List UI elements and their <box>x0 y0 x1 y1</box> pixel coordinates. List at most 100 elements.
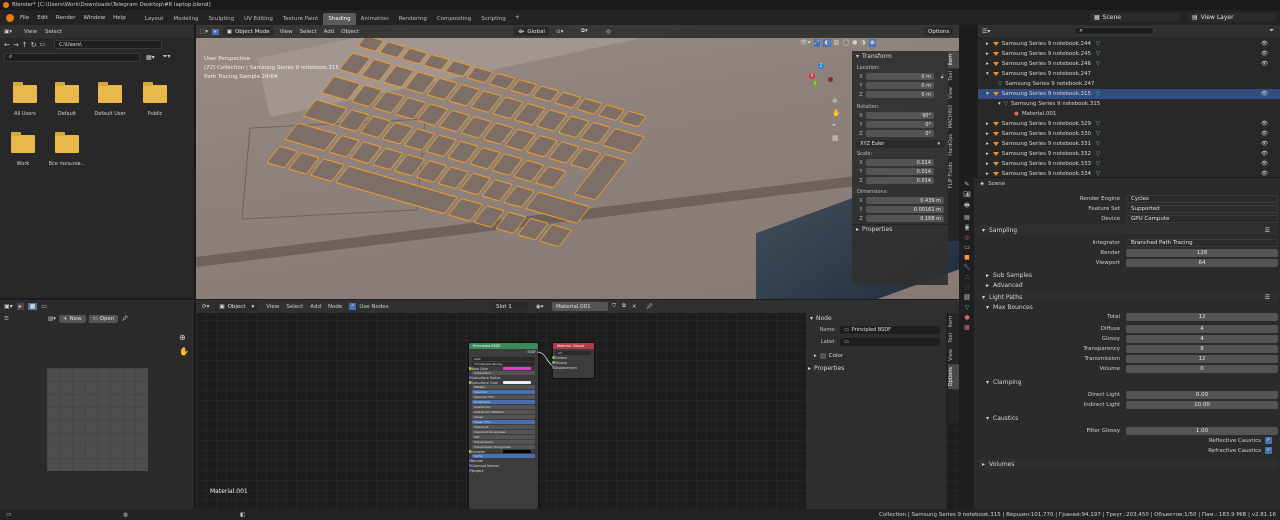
zoom-icon[interactable]: ⊕ <box>832 97 841 105</box>
material-shading-icon[interactable]: ◑ <box>860 39 865 47</box>
bounce-volume-field[interactable]: 0 <box>1126 364 1278 373</box>
properties-header[interactable]: ▸ Properties <box>806 363 946 373</box>
subsurface-color-swatch[interactable] <box>503 380 531 385</box>
emission-swatch[interactable] <box>503 449 531 454</box>
menu-add[interactable]: Add <box>324 29 335 35</box>
menu-view[interactable]: View <box>280 29 293 35</box>
options-button[interactable]: Options <box>924 27 954 36</box>
outliner-search[interactable]: ⌕ <box>1074 27 1155 35</box>
filter-icon[interactable]: ⏷▾ <box>163 53 171 61</box>
parent-icon[interactable]: ↑ <box>22 41 28 49</box>
snap-icon[interactable]: ⧉▾ <box>581 28 588 35</box>
tab-scripting[interactable]: Scripting <box>476 13 510 25</box>
viewport-3d[interactable]: ⬚▾ ▸ ▣ Object Mode View Select Add Object… <box>196 25 959 299</box>
file-item[interactable]: Все пользов... <box>45 132 89 167</box>
node-input[interactable]: Subsurface Color <box>469 380 538 385</box>
tab-item[interactable]: Item <box>948 313 959 330</box>
bounce-transmission-field[interactable]: 12 <box>1126 354 1278 363</box>
scale-y[interactable]: 0.014 <box>866 168 934 175</box>
file-item[interactable]: Public <box>140 82 170 117</box>
node-field[interactable]: IOR <box>472 435 535 439</box>
rotation-x[interactable]: 90° <box>866 112 934 119</box>
path-field[interactable]: C:\Users\ <box>54 40 163 49</box>
texture-icon[interactable]: ▩ <box>964 324 970 331</box>
refresh-icon[interactable]: ↻ <box>31 41 37 49</box>
principled-bsdf-node[interactable]: Principled BSDF BSDF GGX Christensen-Bur… <box>469 343 538 509</box>
rotation-y[interactable]: 0° <box>866 121 934 128</box>
indirect-light-field[interactable]: 10.00 <box>1126 400 1278 409</box>
tab-item[interactable]: Item <box>948 51 959 69</box>
scale-x[interactable]: 0.014 <box>866 159 934 166</box>
visibility-icon[interactable]: 👁 <box>1261 151 1268 157</box>
new-folder-icon[interactable]: ▭ <box>40 41 46 48</box>
feature-set-dropdown[interactable]: Supported <box>1126 204 1278 213</box>
render-engine-dropdown[interactable]: Cycles <box>1126 194 1278 203</box>
tab-tool[interactable]: Tool <box>948 330 959 346</box>
menu-view[interactable]: View <box>266 304 279 310</box>
menu-select[interactable]: Select <box>300 29 317 35</box>
pan-icon[interactable]: ✋ <box>179 347 189 356</box>
pin-icon[interactable]: 📌︎ <box>121 316 128 322</box>
duplicate-icon[interactable]: ⧉ <box>622 303 626 310</box>
node-field[interactable]: Sheen Tint <box>472 420 535 424</box>
forward-icon[interactable]: → <box>13 41 19 49</box>
menu-icon[interactable]: ☰ <box>4 316 9 322</box>
visibility-icon[interactable]: 👁 <box>1261 141 1268 147</box>
view-layer-icon[interactable]: ▤ <box>964 214 970 221</box>
node-panel-header[interactable]: ▾ Node <box>806 313 946 323</box>
shader-type-dropdown[interactable]: ▣ Object ▾ <box>215 302 259 311</box>
add-workspace-icon[interactable]: + <box>515 14 520 21</box>
file-item[interactable]: All Users <box>10 82 40 117</box>
navigation-gizmo[interactable]: Z X Y <box>806 63 836 93</box>
solid-shading-icon[interactable]: ● <box>852 39 857 47</box>
bounce-diffuse-field[interactable]: 4 <box>1126 324 1278 333</box>
reflective-caustics-checkbox[interactable]: ✓ <box>1265 437 1272 444</box>
node-field[interactable]: Sheen <box>472 415 535 419</box>
visibility-icon[interactable]: 👁▾ <box>800 39 811 47</box>
menu-object[interactable]: Object <box>341 29 359 35</box>
tree-row[interactable]: ▾ ▽ Samsung Series 9 notebook.315 <box>978 99 1280 109</box>
node-field[interactable]: Anisotropic Rotation <box>472 410 535 414</box>
camera-icon[interactable]: ⌖ <box>832 121 841 130</box>
wireframe-shading-icon[interactable]: ◯ <box>842 39 849 47</box>
location-z[interactable]: 0 m <box>866 91 934 98</box>
visibility-icon[interactable]: 👁 <box>1261 171 1268 177</box>
axis-z-icon[interactable]: Z <box>818 63 824 69</box>
visibility-icon[interactable]: 👁 <box>1261 131 1268 137</box>
file-item[interactable]: Default <box>52 82 82 117</box>
tree-row-selected[interactable]: ▾ Samsung Series 9 notebook.315 ▽ 👁 <box>978 89 1280 99</box>
node-name-field[interactable]: ▭ Principled BSDF <box>840 326 940 334</box>
material-output-node[interactable]: Material Output All Surface Volume Displ… <box>552 343 594 378</box>
tab-compositing[interactable]: Compositing <box>432 13 476 25</box>
tab-view[interactable]: View <box>948 346 959 364</box>
mode-selector[interactable]: ▣ Object Mode <box>222 27 274 36</box>
filter-glossy-field[interactable]: 1.00 <box>1126 426 1278 435</box>
caustics-header[interactable]: ▾ Caustics <box>978 413 1278 423</box>
physics-icon[interactable]: ◌ <box>964 284 969 291</box>
node-field[interactable]: Anisotropic <box>472 405 535 409</box>
material-icon[interactable]: ● <box>964 314 969 321</box>
tree-row[interactable]: ▾ Samsung Series 9 notebook.247 <box>978 69 1280 79</box>
tab-sculpting[interactable]: Sculpting <box>203 13 239 25</box>
viewport-samples-field[interactable]: 64 <box>1126 258 1278 267</box>
tree-row[interactable]: ▸ Samsung Series 9 notebook.331 ▽ 👁 <box>978 139 1280 149</box>
tab-machin3[interactable]: MACHIN3 <box>948 102 959 131</box>
node-label-field[interactable]: ▭ <box>840 338 940 346</box>
location-x[interactable]: 0 m <box>866 73 934 80</box>
visibility-icon[interactable]: 👁 <box>1261 121 1268 127</box>
editor-type-icon[interactable]: ☰▾ <box>982 28 990 35</box>
bounce-glossy-field[interactable]: 4 <box>1126 334 1278 343</box>
pin-icon[interactable]: 📌︎ <box>646 304 653 310</box>
advanced-header[interactable]: ▸ Advanced <box>978 280 1278 290</box>
display-mode-icon[interactable]: ▦▾ <box>146 54 155 61</box>
render-icon[interactable]: 📷︎ <box>963 191 971 198</box>
menu-window[interactable]: Window <box>83 15 105 21</box>
node-field[interactable]: Transmission <box>472 440 535 444</box>
tool-icon[interactable]: ✎ <box>964 181 969 188</box>
gizmo-icon[interactable]: ⤢ <box>813 39 821 47</box>
tab-rendering[interactable]: Rendering <box>394 13 432 25</box>
sub-samples-header[interactable]: ▸ Sub Samples <box>978 270 1278 280</box>
node-field[interactable]: Roughness <box>472 400 535 404</box>
material-name-field[interactable]: Material.001 <box>552 302 608 311</box>
node-field[interactable]: Specular Tint <box>472 395 535 399</box>
